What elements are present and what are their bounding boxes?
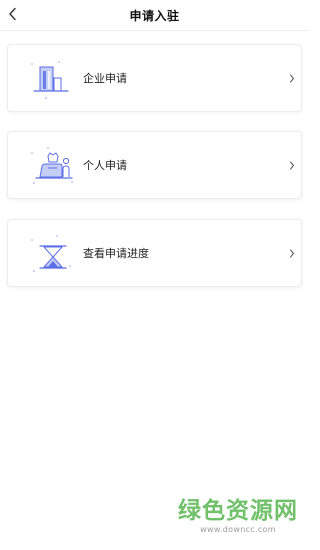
check-progress-label: 查看申请进度: [83, 247, 149, 260]
watermark: 绿色资源网 www.downcc.com: [172, 497, 304, 535]
watermark-url: www.downcc.com: [200, 525, 276, 534]
chevron-left-icon: [9, 7, 16, 21]
navigation-bar: 申请入驻: [0, 0, 309, 30]
chevron-right-icon: [289, 220, 295, 286]
watermark-text: 绿色资源网: [178, 498, 298, 524]
person-icon: [31, 147, 73, 185]
personal-application-label: 个人申请: [83, 159, 127, 172]
check-progress-card[interactable]: 查看申请进度: [7, 219, 302, 287]
personal-application-card[interactable]: 个人申请: [7, 131, 302, 199]
header-divider: [0, 30, 309, 31]
hourglass-icon: [31, 235, 71, 273]
chevron-right-icon: [289, 132, 295, 198]
building-icon: [31, 61, 69, 100]
page-title: 申请入驻: [129, 8, 180, 23]
enterprise-application-card[interactable]: 企业申请: [7, 44, 302, 112]
back-button[interactable]: [4, 4, 22, 24]
application-page: 申请入驻 企业申请 个人申请 查看申请进度 绿色资源网 www.downcc.c…: [0, 0, 309, 550]
enterprise-application-label: 企业申请: [83, 72, 127, 85]
chevron-right-icon: [289, 45, 295, 111]
